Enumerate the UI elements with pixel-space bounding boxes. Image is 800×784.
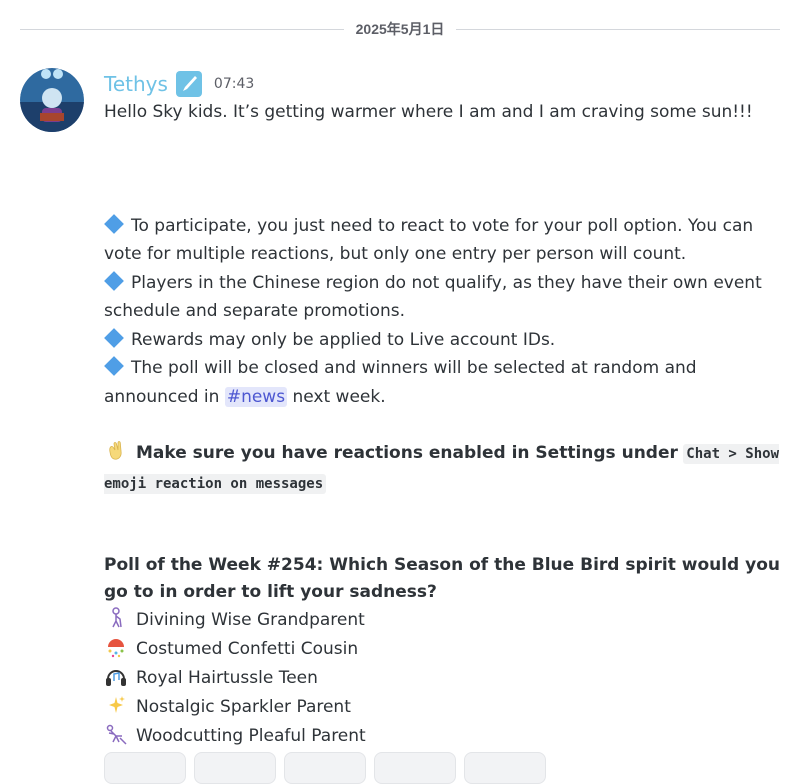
feather-icon xyxy=(175,71,202,97)
reminder-text: Make sure you have reactions enabled in … xyxy=(136,443,678,463)
reminder-line: Make sure you have reactions enabled in … xyxy=(104,439,784,498)
rule-item: Rewards may only be applied to Live acco… xyxy=(104,326,784,355)
divider-line-right xyxy=(456,28,780,30)
poll-option: Nostalgic Sparkler Parent xyxy=(104,693,784,722)
old-person-icon xyxy=(112,607,122,628)
sparkles-icon xyxy=(109,696,125,713)
poll-option: Costumed Confetti Cousin xyxy=(104,635,784,664)
poll-title: Poll of the Week #254: Which Season of t… xyxy=(104,555,780,602)
greeting-text: Hello Sky kids. It’s getting warmer wher… xyxy=(104,102,753,122)
date-divider: 2025年5月1日 xyxy=(20,18,780,40)
woodcutting-icon xyxy=(106,724,127,745)
message-header: Tethys 07:43 xyxy=(104,70,254,98)
poll-option: Divining Wise Grandparent xyxy=(104,606,784,635)
message-content: Hello Sky kids. It’s getting warmer wher… xyxy=(104,98,784,751)
blue-diamond-icon xyxy=(104,327,124,348)
username[interactable]: Tethys xyxy=(104,72,168,96)
rule-item: Players in the Chinese region do not qua… xyxy=(104,270,762,321)
rule-item: To participate, you just need to react t… xyxy=(104,213,754,264)
blue-diamond-icon xyxy=(104,356,124,376)
date-label: 2025年5月1日 xyxy=(355,21,445,37)
confetti-icon xyxy=(108,639,124,658)
channel-mention-news[interactable]: #news xyxy=(224,386,288,407)
headphones-icon xyxy=(106,670,126,686)
rule-item: The poll will be closed and winners will… xyxy=(104,356,697,407)
avatar[interactable] xyxy=(20,68,84,132)
timestamp: 07:43 xyxy=(213,76,255,92)
poll-option: Woodcutting Pleaful Parent xyxy=(104,722,784,751)
poll-option: Royal Hairtussle Teen xyxy=(104,664,784,693)
blue-diamond-icon xyxy=(104,213,124,234)
waving-hand-icon xyxy=(109,441,122,460)
divider-line-left xyxy=(20,28,344,30)
blue-diamond-icon xyxy=(104,270,124,291)
